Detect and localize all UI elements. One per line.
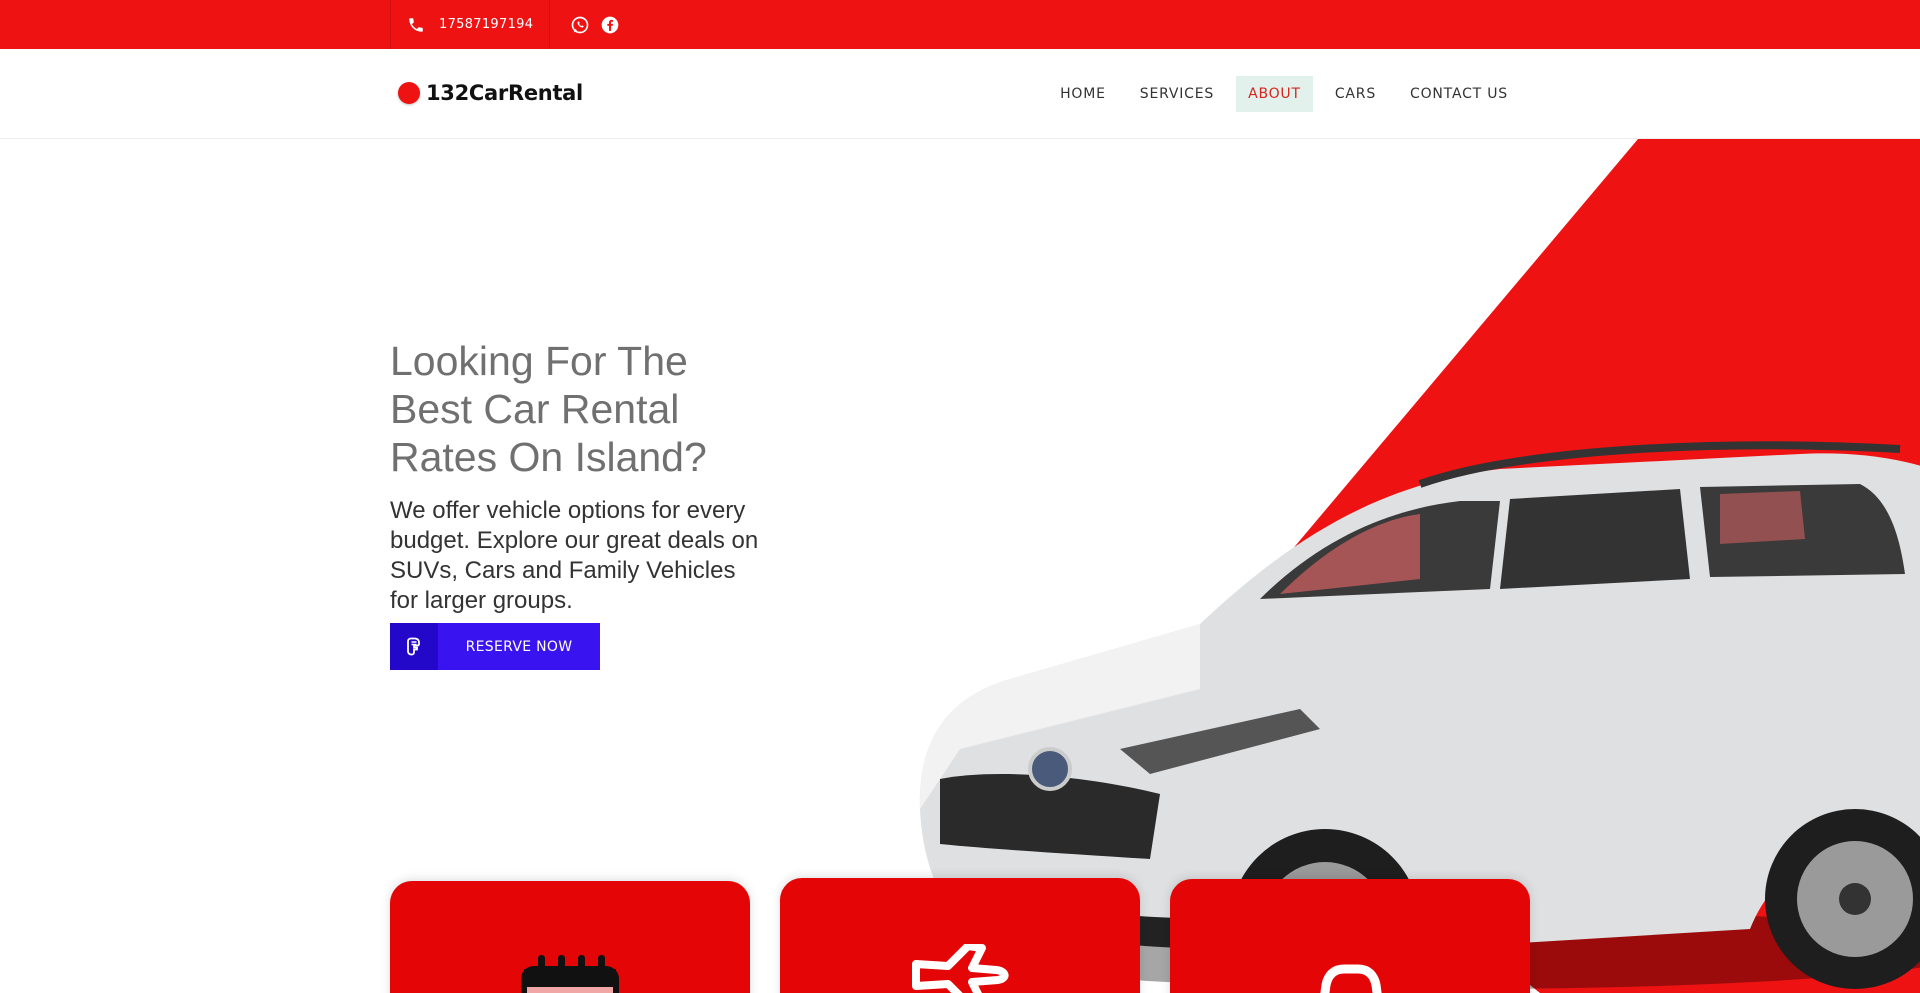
feature-card-car[interactable] bbox=[1170, 879, 1530, 993]
phone-contact[interactable]: 17587197194 bbox=[390, 0, 551, 49]
logo-mark bbox=[398, 82, 420, 104]
logo[interactable]: 132CarRental bbox=[398, 81, 583, 105]
hero-section: Looking For The Best Car Rental Rates On… bbox=[0, 139, 1920, 993]
nav-item-home[interactable]: HOME bbox=[1048, 76, 1118, 112]
hero-description: We offer vehicle options for every budge… bbox=[390, 497, 759, 614]
main-nav: HOME SERVICES ABOUT CARS CONTACT US bbox=[1048, 76, 1520, 112]
reserve-icon-box bbox=[390, 623, 438, 670]
feature-card-airplane[interactable] bbox=[780, 878, 1140, 993]
nav-item-about[interactable]: ABOUT bbox=[1236, 76, 1313, 112]
phone-number: 17587197194 bbox=[439, 17, 534, 32]
reserve-now-button[interactable]: RESERVE NOW bbox=[390, 623, 600, 670]
nav-item-cars[interactable]: CARS bbox=[1323, 76, 1388, 112]
hero-title: Looking For The Best Car Rental Rates On… bbox=[390, 338, 707, 480]
logo-text: 132CarRental bbox=[426, 81, 583, 105]
nav-item-contact-us[interactable]: CONTACT US bbox=[1398, 76, 1520, 112]
reserve-now-label: RESERVE NOW bbox=[465, 638, 573, 655]
social-links bbox=[550, 15, 620, 35]
phone-icon bbox=[409, 17, 423, 32]
whatsapp-icon[interactable] bbox=[570, 15, 590, 35]
feature-card-calendar[interactable] bbox=[390, 881, 750, 993]
facebook-icon[interactable] bbox=[600, 15, 620, 35]
hand-icon bbox=[407, 637, 420, 655]
car-icon bbox=[1320, 964, 1382, 993]
top-bar-content: 17587197194 bbox=[390, 0, 620, 49]
nav-item-services[interactable]: SERVICES bbox=[1128, 76, 1226, 112]
airplane-icon bbox=[912, 944, 1009, 993]
hero-text-block: Looking For The Best Car Rental Rates On… bbox=[390, 337, 780, 616]
site-header: 132CarRental HOME SERVICES ABOUT CARS CO… bbox=[0, 49, 1920, 139]
top-bar: 17587197194 bbox=[0, 0, 1920, 49]
calendar-icon bbox=[521, 955, 619, 993]
